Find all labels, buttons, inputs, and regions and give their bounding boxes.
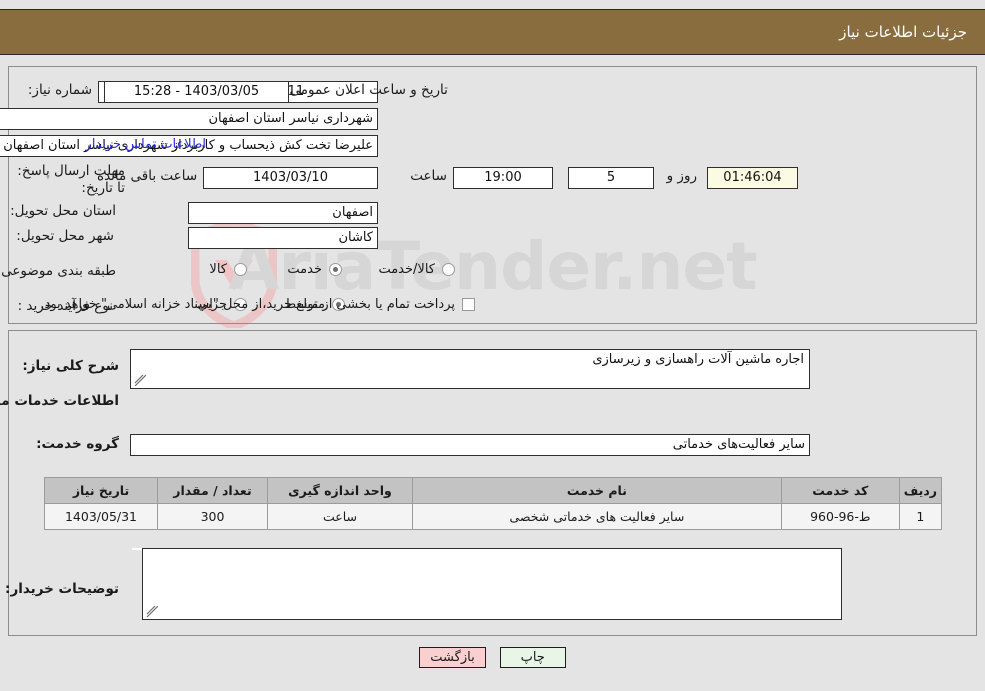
time-remaining-wrap: 01:46:04 (707, 167, 798, 189)
deadline-date-wrap: 1403/03/10 (203, 167, 378, 189)
category-option-kala-khedmat[interactable]: کالا/خدمت (378, 262, 455, 277)
service-group-value: سایر فعالیت‌های خدماتی (130, 434, 810, 456)
td-row-no: 1 (898, 503, 943, 530)
days-remaining-wrap: 5 (568, 167, 654, 189)
remaining-suffix-label: ساعت باقی مانده (97, 168, 198, 184)
city-field-wrap: کاشان (188, 227, 378, 249)
province-label-wrap: استان محل تحویل: (10, 203, 116, 219)
service-group-label: گروه خدمت: (36, 436, 119, 452)
buyer-org-value: شهرداری نیاسر استان اصفهان (0, 108, 378, 130)
resize-handle-icon (134, 374, 146, 386)
buyer-contact-link[interactable]: اطلاعات تماس خریدار (86, 137, 206, 152)
summary-value: اجاره ماشین آلات راهسازی و زیرسازی (592, 352, 804, 367)
buyer-notes-textarea[interactable] (142, 548, 842, 620)
deadline-time-label-wrap: ساعت (410, 168, 447, 184)
need-number-label: شماره نیاز: (27, 82, 92, 98)
category-radio-kala[interactable] (234, 263, 247, 276)
print-button[interactable]: چاپ (499, 647, 566, 668)
summary-textarea[interactable]: اجاره ماشین آلات راهسازی و زیرسازی (130, 349, 810, 389)
th-row-no: ردیف (898, 477, 943, 504)
back-button[interactable]: بازگشت (419, 647, 486, 668)
province-field-wrap: اصفهان (188, 202, 378, 224)
category-option-label-kala-khedmat: کالا/خدمت (378, 262, 435, 277)
public-announce-value: 1403/03/05 - 15:28 (104, 81, 289, 103)
category-option-kala[interactable]: کالا (209, 262, 247, 277)
public-announce-label: تاریخ و ساعت اعلان عمومی: (285, 82, 448, 98)
city-label: شهر محل تحویل: (16, 228, 114, 244)
remaining-suffix-wrap: ساعت باقی مانده (97, 168, 197, 184)
services-section-title-wrap: اطلاعات خدمات مورد نیاز (0, 393, 119, 409)
th-need-date: تاریخ نیاز (44, 477, 158, 504)
buyer-org-field-wrap: شهرداری نیاسر استان اصفهان (0, 108, 378, 130)
buyer-notes-label: توضیحات خریدار: (5, 581, 119, 597)
deadline-time-label: ساعت (410, 168, 447, 184)
page-root: AriaTender.net جزئیات اطلاعات نیاز شماره… (0, 0, 985, 691)
th-service-name: نام خدمت (412, 477, 782, 504)
time-remaining-value: 01:46:04 (707, 167, 798, 189)
td-unit: ساعت (267, 503, 413, 530)
contact-link-wrap: اطلاعات تماس خریدار (86, 137, 206, 152)
need-number-label-wrap: شماره نیاز: (28, 82, 92, 98)
resize-handle-icon (146, 605, 158, 617)
need-info-panel (8, 66, 977, 324)
category-option-label-khedmat: خدمت (287, 262, 322, 277)
th-unit: واحد اندازه گیری (267, 477, 413, 504)
days-remaining-value: 5 (568, 167, 654, 189)
public-announce-field-wrap: 1403/03/05 - 15:28 (104, 81, 289, 103)
treasury-checkbox-label: پرداخت تمام یا بخشی از مبلغ خرید،از محل … (40, 297, 455, 312)
table-row: 1 ط-96-960 سایر فعالیت های خدماتی شخصی س… (44, 503, 943, 530)
category-option-label-kala: کالا (209, 262, 227, 277)
city-label-wrap: شهر محل تحویل: (16, 228, 114, 244)
days-unit-label: روز و (666, 168, 697, 184)
summary-label-wrap: شرح کلی نیاز: (22, 358, 119, 374)
page-title: جزئیات اطلاعات نیاز (839, 23, 967, 41)
service-group-field-wrap: سایر فعالیت‌های خدماتی (130, 434, 810, 456)
days-unit-label-wrap: روز و (667, 168, 697, 184)
services-table: ردیف کد خدمت نام خدمت واحد اندازه گیری ت… (44, 477, 943, 530)
service-group-label-wrap: گروه خدمت: (36, 436, 119, 452)
treasury-checkbox[interactable] (462, 298, 475, 311)
td-service-code: ط-96-960 (780, 503, 900, 530)
category-label: طبقه بندی موضوعی: (0, 263, 116, 279)
province-value: اصفهان (188, 202, 378, 224)
category-radio-khedmat[interactable] (329, 263, 342, 276)
deadline-time-value: 19:00 (453, 167, 553, 189)
buyer-notes-label-wrap: توضیحات خریدار: (5, 581, 119, 597)
page-header-bar: جزئیات اطلاعات نیاز (0, 9, 985, 55)
th-service-code: کد خدمت (780, 477, 900, 504)
td-service-name: سایر فعالیت های خدماتی شخصی (412, 503, 782, 530)
deadline-time-wrap: 19:00 (453, 167, 553, 189)
deadline-date-value: 1403/03/10 (203, 167, 378, 189)
table-header-row: ردیف کد خدمت نام خدمت واحد اندازه گیری ت… (44, 477, 943, 504)
td-quantity: 300 (157, 503, 268, 530)
td-need-date: 1403/05/31 (44, 503, 158, 530)
treasury-checkbox-wrap[interactable]: پرداخت تمام یا بخشی از مبلغ خرید،از محل … (40, 297, 475, 312)
category-option-khedmat[interactable]: خدمت (287, 262, 342, 277)
summary-label: شرح کلی نیاز: (22, 358, 119, 374)
services-section-title: اطلاعات خدمات مورد نیاز (0, 393, 119, 409)
category-radio-kala-khedmat[interactable] (442, 263, 455, 276)
th-quantity: تعداد / مقدار (157, 477, 268, 504)
province-label: استان محل تحویل: (10, 203, 116, 219)
city-value: کاشان (188, 227, 378, 249)
footer-buttons: بازگشت چاپ (0, 647, 985, 668)
category-label-wrap: طبقه بندی موضوعی: (0, 263, 116, 279)
